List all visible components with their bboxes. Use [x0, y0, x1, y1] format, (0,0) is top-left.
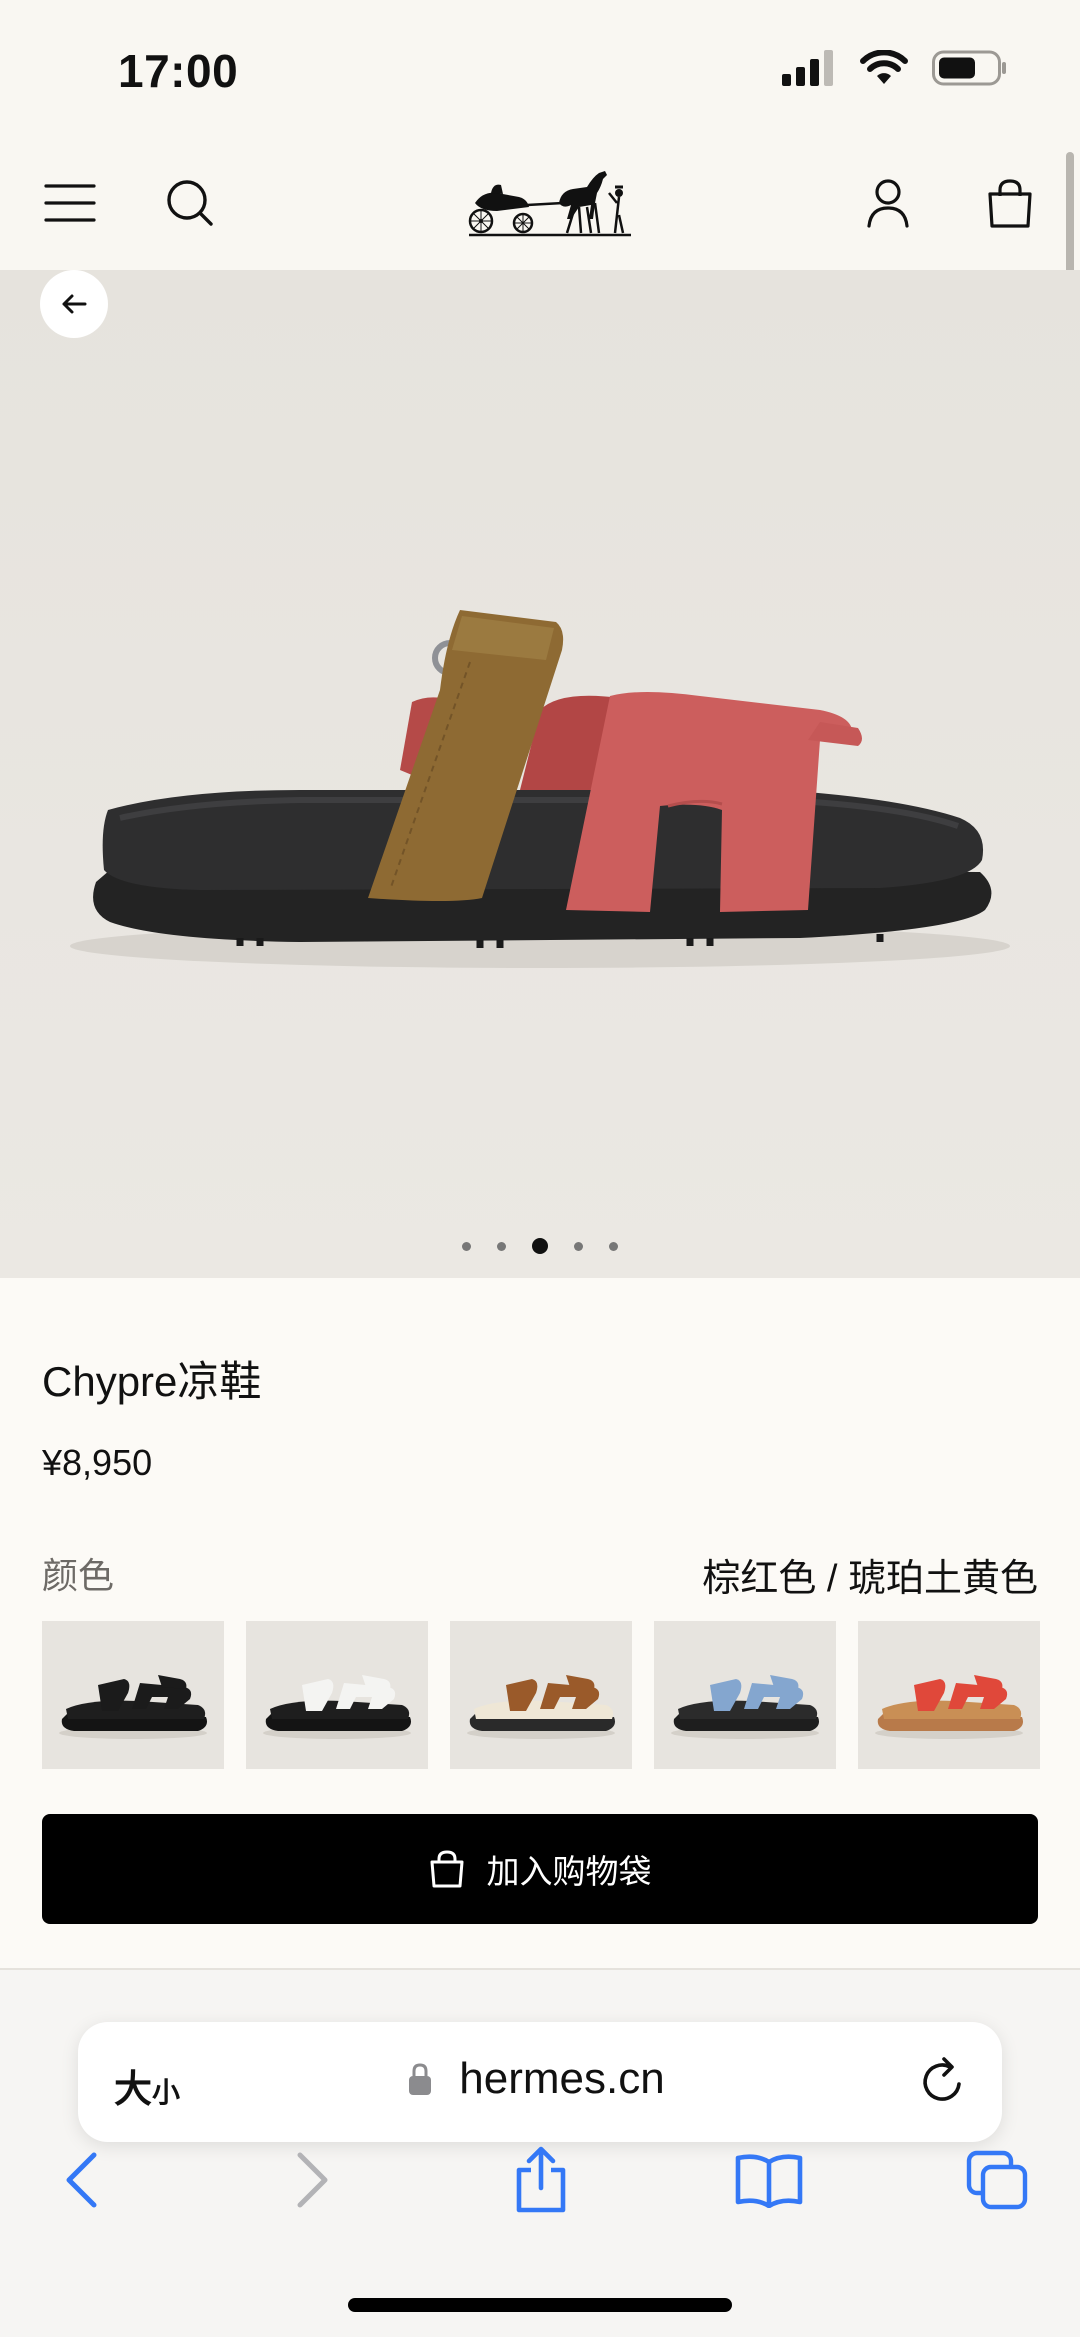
- chevron-right-icon: [297, 2152, 328, 2208]
- search-button[interactable]: [150, 163, 230, 243]
- carousel-dot[interactable]: [609, 1241, 618, 1251]
- tabs-button[interactable]: [952, 2140, 1042, 2220]
- menu-button[interactable]: [30, 163, 110, 243]
- product-image-sandal: [70, 610, 1010, 968]
- carousel-pager[interactable]: [0, 1238, 1080, 1254]
- browser-back-button[interactable]: [36, 2140, 126, 2220]
- hermes-carriage-logo: [468, 171, 631, 237]
- bookmarks-button[interactable]: [724, 2140, 814, 2220]
- address-bar[interactable]: 大小 hermes.cn: [78, 2022, 1002, 2142]
- battery-icon: [932, 50, 1006, 86]
- site-header: [0, 135, 1080, 270]
- home-indicator[interactable]: [348, 2298, 732, 2312]
- url-domain-text: hermes.cn: [459, 2054, 665, 2103]
- sandal-thumbnail: [263, 1675, 411, 1739]
- sandal-thumbnail: [671, 1675, 819, 1739]
- tabs-icon: [966, 2150, 1028, 2210]
- shopping-bag-icon: [988, 179, 1032, 228]
- sandal-thumbnail: [467, 1675, 615, 1739]
- back-button[interactable]: [40, 270, 108, 338]
- color-swatch[interactable]: [246, 1621, 428, 1769]
- color-label: 颜色: [42, 1555, 115, 1596]
- browser-toolbar: [0, 2140, 1080, 2280]
- status-icons: [782, 50, 1008, 86]
- arrow-left-icon: [62, 294, 87, 314]
- chevron-left-icon: [66, 2152, 97, 2208]
- status-time: 17:00: [118, 45, 239, 97]
- brand-logo[interactable]: [465, 151, 635, 251]
- url-domain[interactable]: hermes.cn: [78, 2054, 1002, 2104]
- user-account-icon: [867, 179, 909, 228]
- browser-forward-button[interactable]: [268, 2140, 358, 2220]
- carousel-dot[interactable]: [532, 1238, 548, 1254]
- add-to-cart-button[interactable]: 加入购物袋: [42, 1814, 1038, 1924]
- account-button[interactable]: [848, 163, 928, 243]
- carousel-dot[interactable]: [462, 1241, 471, 1251]
- selected-color-value: 棕红色 / 琥珀土黄色: [702, 1558, 1038, 1600]
- wifi-icon: [860, 50, 908, 84]
- product-title: Chypre凉鞋: [42, 1358, 262, 1405]
- sandal-thumbnail: [59, 1675, 207, 1739]
- color-swatch[interactable]: [654, 1621, 836, 1769]
- shopping-bag-button[interactable]: [970, 163, 1050, 243]
- sandal-thumbnail: [875, 1675, 1023, 1739]
- color-swatch[interactable]: [42, 1621, 224, 1769]
- share-button[interactable]: [496, 2140, 586, 2220]
- color-swatch[interactable]: [858, 1621, 1040, 1769]
- add-to-cart-label: 加入购物袋: [486, 1853, 652, 1890]
- status-bar: 17:00: [0, 0, 1080, 135]
- reload-icon[interactable]: [918, 2056, 968, 2108]
- carousel-dot[interactable]: [574, 1241, 583, 1251]
- carousel-dot[interactable]: [497, 1241, 506, 1251]
- cellular-signal-icon: [782, 50, 833, 86]
- product-image-carousel[interactable]: [0, 270, 1080, 1278]
- product-price: ¥8,950: [42, 1442, 153, 1483]
- open-book-icon: [735, 2154, 803, 2208]
- share-icon: [516, 2146, 566, 2213]
- hamburger-menu-icon: [44, 184, 96, 222]
- color-swatch[interactable]: [450, 1621, 632, 1769]
- search-icon: [167, 180, 213, 226]
- color-swatches: [42, 1621, 1040, 1769]
- shopping-bag-icon: [430, 1850, 463, 1888]
